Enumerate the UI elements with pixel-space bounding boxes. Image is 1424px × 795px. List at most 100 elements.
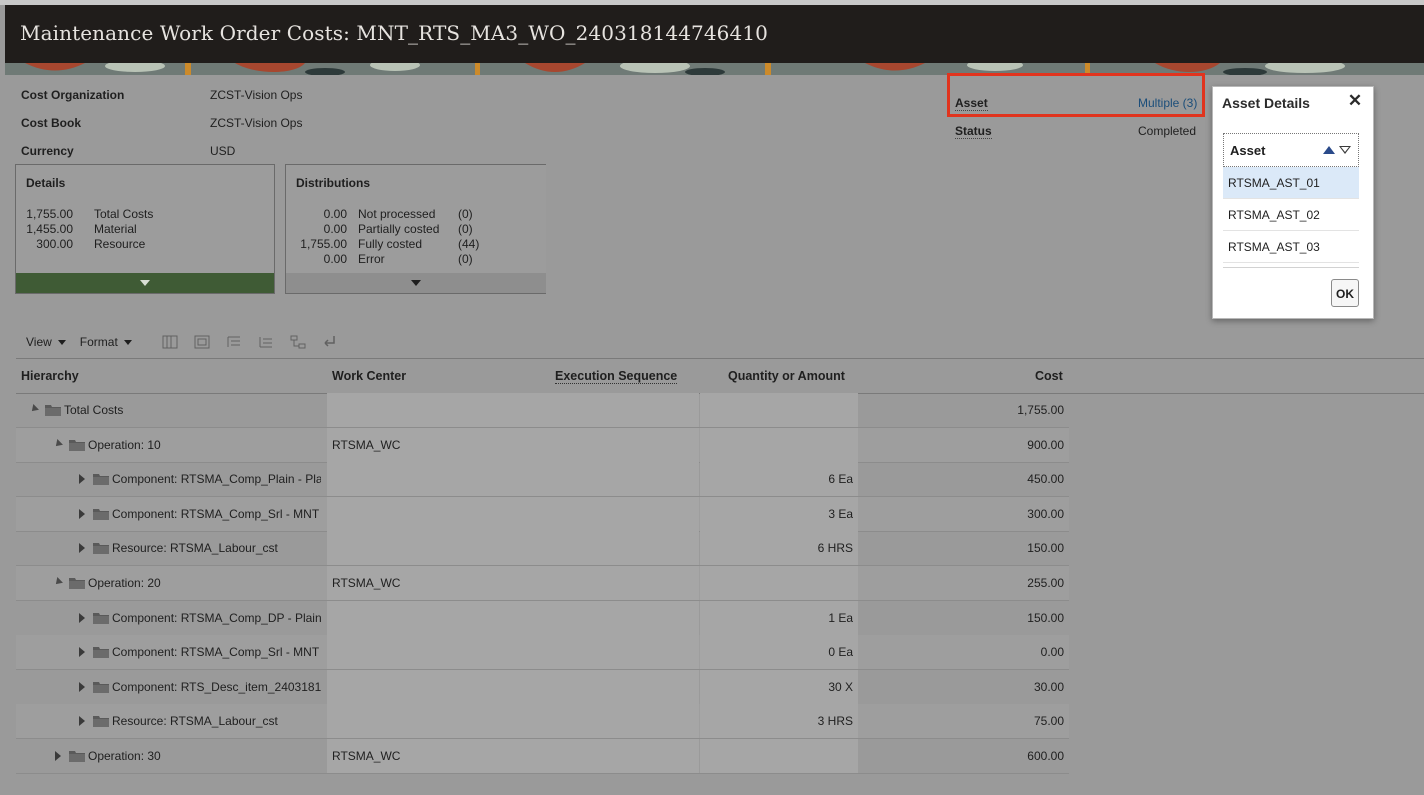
expand-icon[interactable]	[79, 612, 85, 623]
chevron-down-icon	[140, 280, 150, 286]
distributions-row: 0.00 Partially costed (0)	[296, 222, 518, 236]
currency-value: USD	[210, 144, 236, 158]
column-hierarchy[interactable]: Hierarchy	[21, 369, 79, 383]
ok-button[interactable]: OK	[1331, 279, 1359, 307]
details-title: Details	[26, 176, 66, 190]
dialog-title: Asset Details	[1222, 95, 1310, 111]
hierarchy-label: Component: RTSMA_Comp_Srl - MNT	[112, 645, 320, 660]
hierarchy-label: Operation: 10	[88, 437, 161, 452]
table-row[interactable]: Operation: 20 RTSMA_WC 255.00	[16, 566, 1069, 601]
distribution-count: (0)	[458, 207, 473, 221]
expand-icon[interactable]	[79, 474, 85, 485]
table-row[interactable]: Operation: 10 RTSMA_WC 900.00	[16, 427, 1069, 463]
expand-icon[interactable]	[79, 508, 85, 519]
collapse-icon[interactable]	[53, 438, 63, 449]
view-menu-button[interactable]: View	[26, 335, 66, 349]
chevron-down-icon	[411, 280, 421, 286]
folder-icon	[69, 751, 85, 762]
close-icon[interactable]: ✕	[1346, 92, 1364, 110]
cell-background	[538, 566, 699, 600]
table-row[interactable]: Component: RTSMA_Comp_Srl - MNT 3 Ea 300.0…	[16, 496, 1069, 532]
quantity-cell	[706, 428, 853, 462]
asset-column-label: Asset	[1230, 143, 1266, 158]
hierarchy-label: Resource: RTSMA_Labour_cst	[112, 541, 278, 556]
distribution-count: (0)	[458, 222, 473, 236]
details-row: 1,755.00 Total Costs	[26, 207, 153, 221]
table-row[interactable]: Operation: 30 RTSMA_WC 600.00	[16, 739, 1069, 774]
table-row[interactable]: Component: RTSMA_Comp_Srl - MNT 0 Ea 0.00	[16, 635, 1069, 671]
collapse-icon[interactable]	[53, 577, 63, 587]
distributions-row: 0.00 Not processed (0)	[296, 207, 518, 221]
column-work-center[interactable]: Work Center	[332, 369, 406, 383]
distribution-label: Error	[358, 252, 385, 266]
hierarchy-label: Operation: 20	[88, 576, 161, 590]
column-execution-sequence[interactable]: Execution Sequence	[555, 369, 678, 384]
distribution-amount: 0.00	[323, 222, 347, 236]
sort-descending-icon[interactable]	[1339, 146, 1351, 154]
asset-row[interactable]: RTSMA_AST_03	[1223, 231, 1359, 263]
cell-background	[538, 496, 699, 531]
quantity-cell: 3 Ea	[828, 506, 853, 521]
cell-background	[538, 669, 699, 704]
go-up-icon[interactable]	[322, 335, 338, 349]
table-row[interactable]: Total Costs 1,755.00	[16, 393, 1069, 428]
format-menu-button[interactable]: Format	[80, 335, 132, 349]
hierarchy-label: Component: RTSMA_Comp_DP - Plain	[112, 610, 321, 625]
status-label: Status	[955, 124, 992, 139]
quantity-cell	[706, 566, 853, 600]
hierarchy-icon[interactable]	[290, 335, 306, 349]
distribution-count: (44)	[458, 237, 480, 251]
cell-background	[538, 704, 699, 739]
cost-cell: 900.00	[1027, 437, 1064, 452]
detach-table-icon[interactable]	[194, 335, 210, 349]
quantity-cell	[706, 739, 853, 773]
cell-background	[327, 635, 538, 670]
cell-background	[538, 531, 699, 566]
details-label: Resource	[94, 237, 146, 251]
table-row[interactable]: Resource: RTSMA_Labour_cst 3 HRS 75.00	[16, 704, 1069, 740]
status-value: Completed	[1138, 124, 1197, 138]
cost-cell: 300.00	[1027, 506, 1064, 521]
collapse-icon[interactable]	[29, 404, 39, 414]
folder-icon	[93, 508, 109, 520]
expand-icon[interactable]	[79, 681, 85, 692]
distribution-amount: 0.00	[323, 252, 347, 266]
expand-icon[interactable]	[79, 716, 85, 727]
details-expand-button[interactable]	[16, 273, 274, 293]
hierarchy-label: Component: RTS_Desc_item_2403181	[112, 679, 321, 694]
cell-background	[327, 496, 538, 531]
table-row[interactable]: Component: RTSMA_Comp_Plain - Pla 6 Ea 450…	[16, 462, 1069, 498]
column-cost[interactable]: Cost	[1035, 369, 1063, 383]
expand-all-icon[interactable]	[226, 335, 242, 349]
collapse-all-icon[interactable]	[258, 335, 274, 349]
details-row: 1,455.00 Material	[26, 222, 136, 236]
asset-row[interactable]: RTSMA_AST_02	[1223, 199, 1359, 231]
distributions-expand-button[interactable]	[286, 273, 546, 293]
quantity-cell: 6 Ea	[828, 472, 853, 487]
details-label: Total Costs	[94, 207, 154, 221]
table-row[interactable]: Component: RTS_Desc_item_2403181 30 X 30.0…	[16, 669, 1069, 705]
quantity-cell: 1 Ea	[828, 610, 853, 625]
asset-row[interactable]: RTSMA_AST_01	[1223, 167, 1359, 199]
freeze-columns-icon[interactable]	[162, 335, 178, 349]
quantity-cell	[706, 393, 853, 427]
hierarchy-label: Component: RTSMA_Comp_Srl - MNT	[112, 506, 320, 521]
details-card: Details 1,755.00 Total Costs 1,455.00 Ma…	[15, 164, 275, 294]
cost-book-label: Cost Book	[21, 116, 81, 130]
expand-icon[interactable]	[79, 543, 85, 554]
cell-background	[327, 704, 538, 739]
expand-icon[interactable]	[79, 647, 85, 658]
currency-label: Currency	[21, 144, 74, 158]
folder-icon	[93, 474, 109, 486]
caret-down-icon	[123, 339, 132, 345]
expand-icon[interactable]	[55, 751, 61, 761]
details-amount: 300.00	[36, 237, 73, 251]
table-row[interactable]: Component: RTSMA_Comp_DP - Plain 1 Ea 150.…	[16, 600, 1069, 636]
cell-background	[538, 600, 699, 635]
sort-ascending-icon[interactable]	[1323, 146, 1335, 154]
table-row[interactable]: Resource: RTSMA_Labour_cst 6 HRS 150.00	[16, 531, 1069, 567]
cell-background	[538, 462, 699, 497]
cost-cell: 150.00	[1027, 541, 1064, 556]
column-quantity[interactable]: Quantity or Amount	[728, 369, 845, 383]
work-center-cell: RTSMA_WC	[332, 749, 401, 763]
